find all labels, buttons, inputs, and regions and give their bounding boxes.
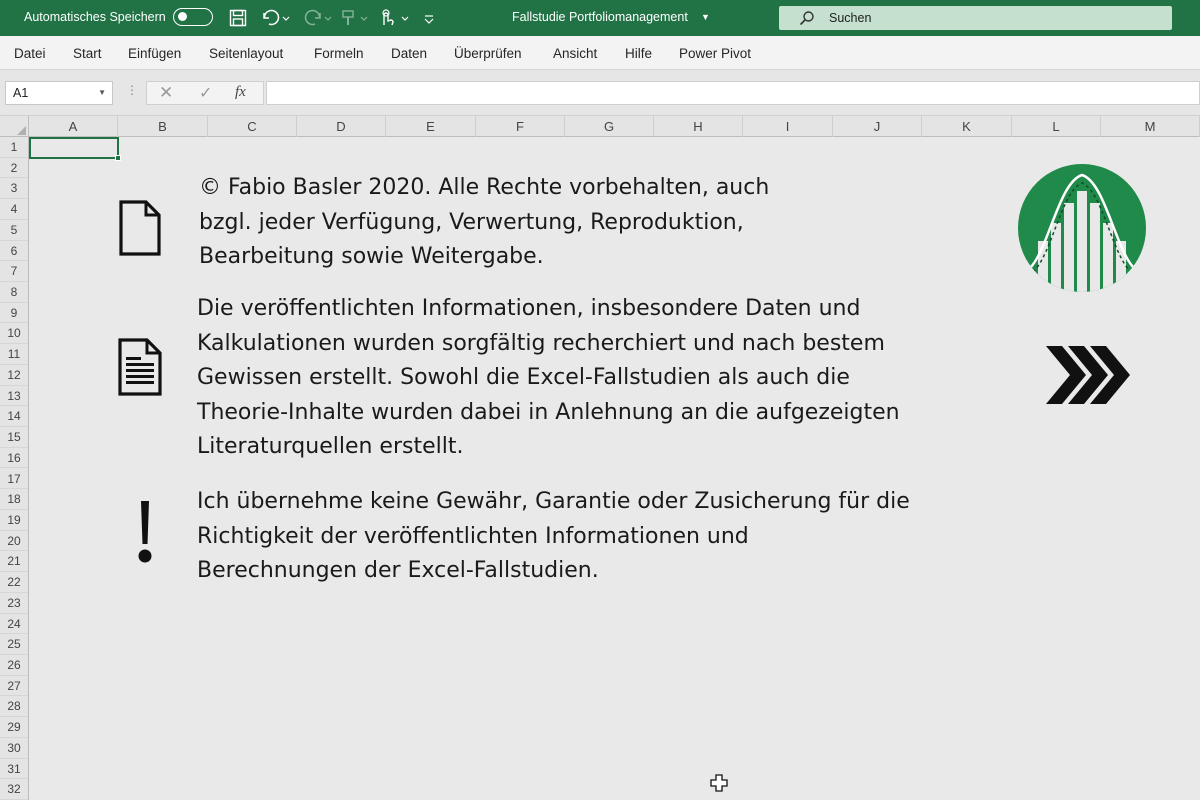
select-all-button[interactable] <box>0 116 29 137</box>
row-header[interactable]: 12 <box>0 365 28 386</box>
row-header[interactable]: 19 <box>0 510 28 531</box>
row-header[interactable]: 11 <box>0 344 28 365</box>
format-painter-icon[interactable] <box>340 8 368 28</box>
chevron-down-icon[interactable]: ▼ <box>98 88 106 97</box>
row-header[interactable]: 9 <box>0 303 28 324</box>
column-headers: A B C D E F G H I J K L M <box>0 116 1200 137</box>
row-header[interactable]: 5 <box>0 220 28 241</box>
more-options-icon[interactable]: ⋮ <box>126 83 138 97</box>
formula-input[interactable] <box>266 81 1200 105</box>
undo-icon[interactable] <box>260 8 290 28</box>
chevron-down-icon[interactable]: ▼ <box>701 12 710 22</box>
document-icon <box>119 200 161 256</box>
column-header-j[interactable]: J <box>833 116 922 137</box>
column-header-g[interactable]: G <box>565 116 654 137</box>
exclamation-icon <box>138 501 152 563</box>
row-header[interactable]: 15 <box>0 427 28 448</box>
copyright-text: © Fabio Basler 2020. Alle Rechte vorbeha… <box>199 175 770 269</box>
column-header-d[interactable]: D <box>297 116 386 137</box>
tab-hilfe[interactable]: Hilfe <box>625 46 652 61</box>
column-header-l[interactable]: L <box>1012 116 1101 137</box>
tab-daten[interactable]: Daten <box>391 46 427 61</box>
redo-icon[interactable] <box>302 8 332 28</box>
row-header[interactable]: 23 <box>0 593 28 614</box>
insert-function-icon[interactable]: fx <box>235 84 246 101</box>
fill-handle[interactable] <box>115 155 121 161</box>
column-header-h[interactable]: H <box>654 116 743 137</box>
ribbon-tabs: Datei Start Einfügen Seitenlayout Formel… <box>0 36 1200 70</box>
column-header-c[interactable]: C <box>208 116 297 137</box>
row-header[interactable]: 4 <box>0 199 28 220</box>
enter-icon[interactable]: ✓ <box>199 83 212 103</box>
row-header[interactable]: 25 <box>0 634 28 655</box>
row-header[interactable]: 30 <box>0 738 28 759</box>
row-header[interactable]: 10 <box>0 323 28 345</box>
row-header[interactable]: 20 <box>0 531 28 552</box>
name-box-value: A1 <box>13 86 29 100</box>
column-header-b[interactable]: B <box>118 116 208 137</box>
row-header[interactable]: 16 <box>0 448 28 469</box>
tab-datei[interactable]: Datei <box>14 46 46 61</box>
tab-start[interactable]: Start <box>73 46 102 61</box>
touch-mode-icon[interactable] <box>378 8 410 28</box>
row-header[interactable]: 32 <box>0 779 28 800</box>
row-headers: 1 2 3 4 5 6 7 8 9 10 11 12 13 14 15 16 17 18 19 20 21 22 23 24 2… <box>0 137 29 800</box>
row-header[interactable]: 1 <box>0 137 28 158</box>
search-icon <box>799 11 814 26</box>
active-cell[interactable] <box>29 137 121 161</box>
row-header[interactable]: 13 <box>0 386 28 407</box>
row-header[interactable]: 22 <box>0 572 28 593</box>
row-header[interactable]: 27 <box>0 676 28 697</box>
formula-bar: A1 ▼ ⋮ ✕ ✓ fx <box>0 70 1200 116</box>
column-header-k[interactable]: K <box>922 116 1012 137</box>
row-header[interactable]: 21 <box>0 551 28 573</box>
row-header[interactable]: 8 <box>0 282 28 303</box>
info-text: Die veröffentlichten Informationen, insb… <box>197 296 900 459</box>
row-header[interactable]: 14 <box>0 406 28 428</box>
autosave-toggle[interactable] <box>173 8 213 26</box>
row-header[interactable]: 7 <box>0 261 28 282</box>
tab-power-pivot[interactable]: Power Pivot <box>679 46 751 61</box>
toggle-knob <box>178 12 187 21</box>
column-header-m[interactable]: M <box>1101 116 1200 137</box>
bell-curve-logo <box>1018 164 1146 292</box>
autosave-label: Automatisches Speichern <box>24 10 166 24</box>
row-header[interactable]: 17 <box>0 469 28 490</box>
customize-qat-icon[interactable] <box>422 8 436 28</box>
tab-seitenlayout[interactable]: Seitenlayout <box>209 46 283 61</box>
row-header[interactable]: 24 <box>0 614 28 635</box>
tab-ansicht[interactable]: Ansicht <box>553 46 597 61</box>
disclaimer-text: Ich übernehme keine Gewähr, Garantie ode… <box>197 489 910 583</box>
column-header-f[interactable]: F <box>476 116 565 137</box>
row-header[interactable]: 31 <box>0 759 28 780</box>
text-document-icon <box>118 338 162 396</box>
document-title[interactable]: Fallstudie Portfoliomanagement <box>512 10 688 24</box>
row-header[interactable]: 6 <box>0 241 28 262</box>
row-header[interactable]: 29 <box>0 717 28 738</box>
row-header[interactable]: 26 <box>0 655 28 676</box>
chevron-right-triple-icon[interactable] <box>1044 344 1134 406</box>
row-header[interactable]: 18 <box>0 489 28 510</box>
tab-formeln[interactable]: Formeln <box>314 46 364 61</box>
row-header[interactable]: 28 <box>0 696 28 718</box>
save-icon[interactable] <box>229 8 247 28</box>
row-header[interactable]: 3 <box>0 178 28 200</box>
search-box[interactable]: Suchen <box>779 6 1172 30</box>
column-header-i[interactable]: I <box>743 116 833 137</box>
column-header-a[interactable]: A <box>29 116 118 137</box>
name-box[interactable]: A1 ▼ <box>5 81 113 105</box>
cancel-icon[interactable]: ✕ <box>159 83 173 103</box>
formula-buttons: ✕ ✓ fx <box>146 81 264 105</box>
search-placeholder: Suchen <box>829 11 872 25</box>
title-bar: Automatisches Speichern Fallstudie Portf… <box>0 0 1200 36</box>
column-header-e[interactable]: E <box>386 116 476 137</box>
row-header[interactable]: 2 <box>0 158 28 179</box>
tab-einfuegen[interactable]: Einfügen <box>128 46 181 61</box>
tab-ueberpruefen[interactable]: Überprüfen <box>454 46 522 61</box>
cell-cursor-icon <box>710 774 728 792</box>
